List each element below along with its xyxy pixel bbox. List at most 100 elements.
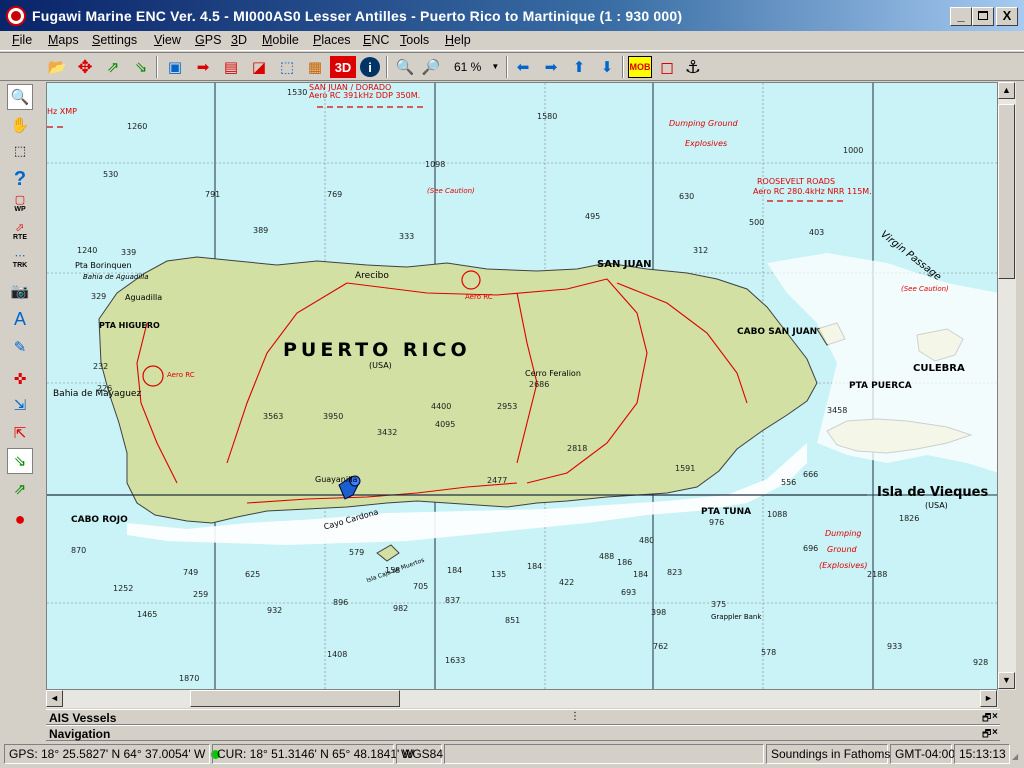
arrow-right-icon[interactable]: ➡: [192, 56, 214, 78]
vertical-scroll-thumb[interactable]: [998, 104, 1015, 279]
navigation-title: Navigation: [49, 727, 111, 741]
menu-file[interactable]: File: [12, 33, 32, 47]
navigation-panel[interactable]: Navigation 🗗 ×: [46, 725, 1000, 741]
toolbar-separator: [386, 56, 388, 78]
split-icon[interactable]: ◪: [248, 56, 270, 78]
zoom-out-icon[interactable]: 🔍: [394, 56, 416, 78]
svg-text:693: 693: [621, 588, 636, 597]
menu-places[interactable]: Places: [313, 33, 351, 47]
menu-help[interactable]: Help: [445, 33, 471, 47]
legend-icon[interactable]: ▦: [304, 56, 326, 78]
pan-down-icon[interactable]: ⬇: [596, 56, 618, 78]
scroll-right-button[interactable]: ►: [980, 690, 997, 707]
svg-text:769: 769: [327, 190, 342, 199]
open-folder-icon[interactable]: 📂: [46, 56, 68, 78]
svg-text:976: 976: [709, 518, 724, 527]
route-tool-icon[interactable]: ⬀ RTE: [7, 220, 33, 246]
ground-label: Ground: [827, 545, 857, 554]
map-window-icon[interactable]: ▣: [164, 56, 186, 78]
roosevelt-rc-label: Aero RC 280.4kHz NRR 115M.: [753, 187, 872, 196]
svg-text:530: 530: [103, 170, 118, 179]
hand-pan-icon[interactable]: ✋: [7, 112, 33, 138]
fugawi-logo-icon[interactable]: [6, 6, 26, 26]
chart-map[interactable]: 1530 1580 1260 1000 530 1098 791 769 630 495 …: [46, 82, 998, 690]
camera-icon[interactable]: 📷: [7, 278, 33, 304]
scroll-left-button[interactable]: ◄: [46, 690, 63, 707]
query-icon[interactable]: ?: [7, 166, 33, 192]
usa-label: (USA): [369, 361, 392, 370]
svg-text:749: 749: [183, 568, 198, 577]
menu-mobile[interactable]: Mobile: [262, 33, 299, 47]
select-rect-icon[interactable]: ⬚: [7, 138, 33, 164]
mark-icon[interactable]: ◻: [656, 56, 678, 78]
svg-text:339: 339: [121, 248, 136, 257]
zoom-tool-icon[interactable]: 🔍: [7, 84, 33, 110]
nav-tool-1-icon[interactable]: ✜: [7, 366, 33, 392]
left-toolbar: 🔍 ✋ ⬚ ? ▢ WP ⬀ RTE ⋯ TRK 📷 A ✎ ✜ ⇲ ⇱ ⇘ ⇗ ●: [0, 82, 40, 712]
track-tool-icon[interactable]: ⋯ TRK: [7, 248, 33, 274]
zoom-in-icon[interactable]: 🔎: [420, 56, 442, 78]
svg-text:1633: 1633: [445, 656, 465, 665]
app-window: Fugawi Marine ENC Ver. 4.5 - MI000AS0 Le…: [0, 0, 1024, 768]
nav-tool-3-icon[interactable]: ⇱: [7, 420, 33, 446]
pan-right-icon[interactable]: ➡: [540, 56, 562, 78]
route-icon[interactable]: ⬚: [276, 56, 298, 78]
waypoint-add-icon[interactable]: ⇗: [102, 56, 124, 78]
panel-close-icon[interactable]: ×: [992, 711, 998, 722]
svg-text:823: 823: [667, 568, 682, 577]
window-title: Fugawi Marine ENC Ver. 4.5 - MI000AS0 Le…: [32, 8, 683, 24]
menu-3d[interactable]: 3D: [231, 33, 247, 47]
pan-up-icon[interactable]: ⬆: [568, 56, 590, 78]
nav-tool-5-icon[interactable]: ⇗: [7, 476, 33, 502]
svg-text:2818: 2818: [567, 444, 587, 453]
svg-text:870: 870: [71, 546, 86, 555]
roosevelt-roads-label: ROOSEVELT ROADS: [757, 177, 836, 186]
svg-text:762: 762: [653, 642, 668, 651]
overlay-icon[interactable]: ▤: [220, 56, 242, 78]
island-title-label: PUERTO RICO: [283, 339, 471, 361]
3d-icon[interactable]: 3D: [330, 56, 356, 78]
scroll-up-button[interactable]: ▲: [998, 82, 1015, 99]
gps-position-field: GPS: 18° 25.5827' N 64° 37.0054' W: [4, 744, 221, 764]
svg-text:556: 556: [781, 478, 796, 487]
menu-enc[interactable]: ENC: [363, 33, 389, 47]
nav-tool-2-icon[interactable]: ⇲: [7, 392, 33, 418]
san-juan-rc-label: Aero RC 391kHz DDP 350M.: [309, 91, 421, 100]
trk-label: TRK: [12, 262, 28, 269]
ais-vessels-panel[interactable]: AIS Vessels ⋮ 🗗 ×: [46, 709, 1000, 725]
horizontal-scrollbar[interactable]: ◄ ►: [46, 690, 998, 708]
nav-tool-4-icon[interactable]: ⇘: [7, 448, 33, 474]
panel-close-icon[interactable]: ×: [992, 727, 998, 738]
menu-view[interactable]: View: [154, 33, 181, 47]
draw-tool-icon[interactable]: ✎: [7, 334, 33, 360]
record-icon[interactable]: ●: [7, 506, 33, 532]
menu-maps[interactable]: Maps: [48, 33, 79, 47]
info-icon[interactable]: i: [360, 57, 380, 77]
svg-text:1826: 1826: [899, 514, 919, 523]
menu-settings[interactable]: Settings: [92, 33, 137, 47]
resize-grip-icon[interactable]: ◢: [1012, 752, 1022, 762]
minimize-button[interactable]: _: [950, 7, 972, 26]
waypoint-edit-icon[interactable]: ⇘: [130, 56, 152, 78]
pan-left-icon[interactable]: ⬅: [512, 56, 534, 78]
mob-icon[interactable]: MOB: [628, 56, 652, 78]
svg-text:184: 184: [633, 570, 648, 579]
text-tool-icon[interactable]: A: [7, 306, 33, 332]
dumping-label: Dumping: [825, 529, 862, 538]
scroll-down-button[interactable]: ▼: [998, 672, 1015, 689]
vertical-scrollbar[interactable]: ▲ ▼: [998, 82, 1016, 690]
svg-text:1260: 1260: [127, 122, 147, 131]
soundings-field: Soundings in Fathoms: [766, 744, 890, 764]
close-button[interactable]: X: [996, 7, 1018, 26]
wp-label: WP: [14, 206, 26, 213]
toolbar-separator: [622, 56, 624, 78]
horizontal-scroll-thumb[interactable]: [190, 690, 400, 707]
waypoint-tool-icon[interactable]: ▢ WP: [7, 192, 33, 218]
menu-tools[interactable]: Tools: [400, 33, 429, 47]
maximize-button[interactable]: [972, 7, 994, 26]
anchor-icon[interactable]: ⚓: [682, 56, 704, 78]
menu-gps[interactable]: GPS: [195, 33, 221, 47]
svg-text:630: 630: [679, 192, 694, 201]
zoom-level-select[interactable]: 61 % ▼: [448, 56, 504, 78]
move-icon[interactable]: ✥: [74, 56, 96, 78]
